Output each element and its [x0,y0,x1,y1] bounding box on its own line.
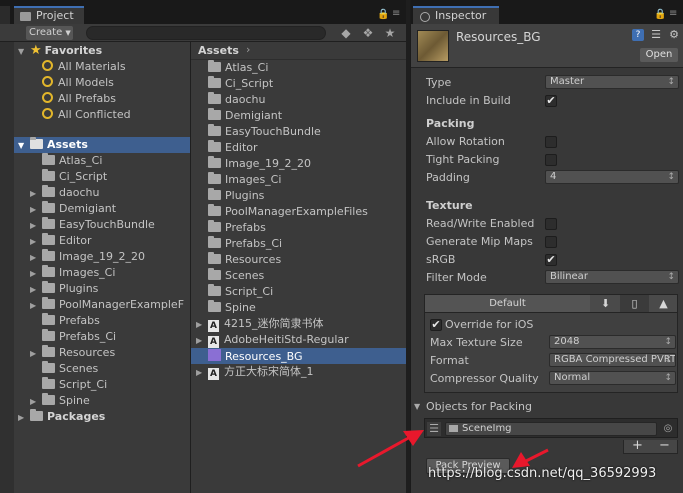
watermark-text: https://blog.csdn.net/qq_36592993 [428,466,657,481]
annotation-arrows [357,430,549,468]
annotation-arrow-drag-handle [357,430,424,468]
